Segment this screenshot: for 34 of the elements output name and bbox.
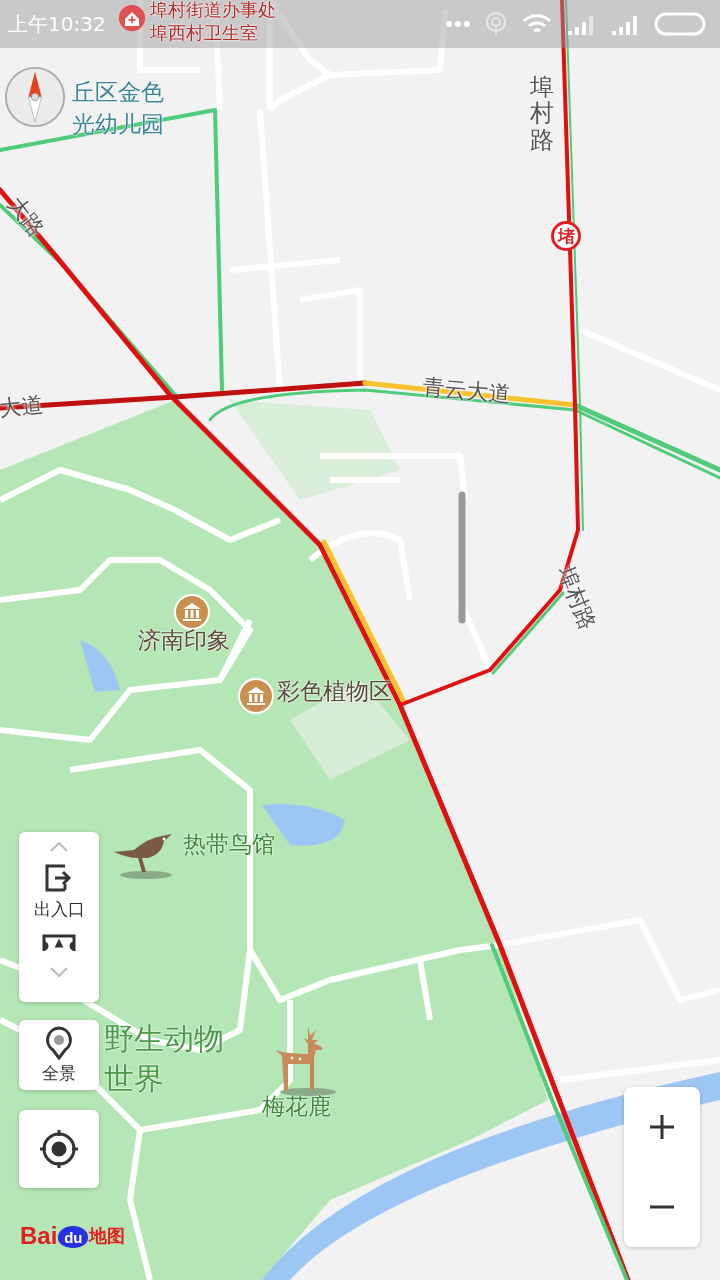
- signal-icon: [610, 13, 640, 35]
- ticket-icon: [41, 933, 77, 951]
- place-label[interactable]: 梅花鹿: [262, 1094, 331, 1120]
- lake: [80, 640, 120, 692]
- chevron-down-icon[interactable]: [50, 967, 68, 977]
- road-label: 埠村路: [551, 562, 602, 635]
- road-label: 青云大道: [421, 373, 512, 409]
- museum-icon: [174, 594, 210, 630]
- road-label: 埠村路: [530, 74, 554, 154]
- place-label[interactable]: 世界: [104, 1062, 164, 1095]
- place-label[interactable]: 丘区金色: [72, 80, 164, 106]
- place-label[interactable]: 济南印象: [138, 628, 230, 654]
- museum-icon: [238, 678, 274, 714]
- place-label[interactable]: 彩色植物区: [277, 679, 392, 705]
- place-label[interactable]: 埠村街道办事处: [150, 0, 276, 20]
- map-logo: Bai du 地图: [20, 1222, 126, 1250]
- place-label[interactable]: 埠西村卫生室: [150, 23, 258, 43]
- signal-icon: [566, 13, 596, 35]
- battery-icon: [654, 12, 706, 36]
- compass-icon[interactable]: [4, 66, 66, 128]
- locate-button[interactable]: [19, 1110, 99, 1188]
- wifi-icon: [522, 13, 552, 35]
- entrance-button[interactable]: 出入口: [33, 856, 85, 927]
- hospital-icon: [118, 4, 146, 32]
- road-label: 大道: [0, 390, 45, 423]
- chevron-up-icon[interactable]: [50, 842, 68, 852]
- hotspot-icon: [484, 12, 508, 36]
- locate-icon: [38, 1128, 80, 1170]
- location-pin-icon: [44, 1025, 74, 1060]
- minus-icon: [648, 1205, 676, 1209]
- road-label: 大路: [1, 190, 51, 244]
- more-icon: [446, 21, 470, 27]
- plus-icon: [648, 1113, 676, 1141]
- panorama-button[interactable]: 全景: [19, 1020, 99, 1090]
